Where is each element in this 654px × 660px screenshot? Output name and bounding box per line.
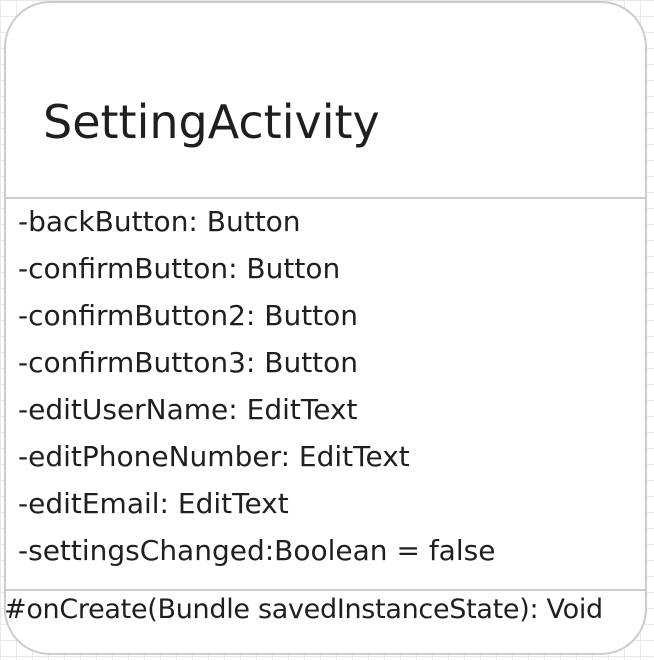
attribute-edit-phone-number: -editPhoneNumber: EditText [18, 440, 410, 473]
attribute-edit-email: -editEmail: EditText [18, 487, 289, 520]
operation-on-create: #onCreate(Bundle savedInstanceState): Vo… [4, 594, 603, 625]
attribute-confirm-button-3: -confirmButton3: Button [18, 346, 359, 379]
class-name: SettingActivity [43, 95, 380, 149]
attribute-settings-changed: -settingsChanged:Boolean = false [18, 534, 496, 567]
class-name-section: SettingActivity [6, 3, 645, 199]
attribute-confirm-button: -confirmButton: Button [18, 252, 341, 285]
attribute-edit-user-name: -editUserName: EditText [18, 393, 358, 426]
attribute-confirm-button-2: -confirmButton2: Button [18, 299, 359, 332]
attributes-section: -backButton: Button -confirmButton: Butt… [6, 199, 645, 591]
operations-section: #onCreate(Bundle savedInstanceState): Vo… [6, 591, 645, 653]
attribute-back-button: -backButton: Button [18, 205, 301, 238]
uml-class-box[interactable]: SettingActivity -backButton: Button -con… [4, 1, 647, 655]
